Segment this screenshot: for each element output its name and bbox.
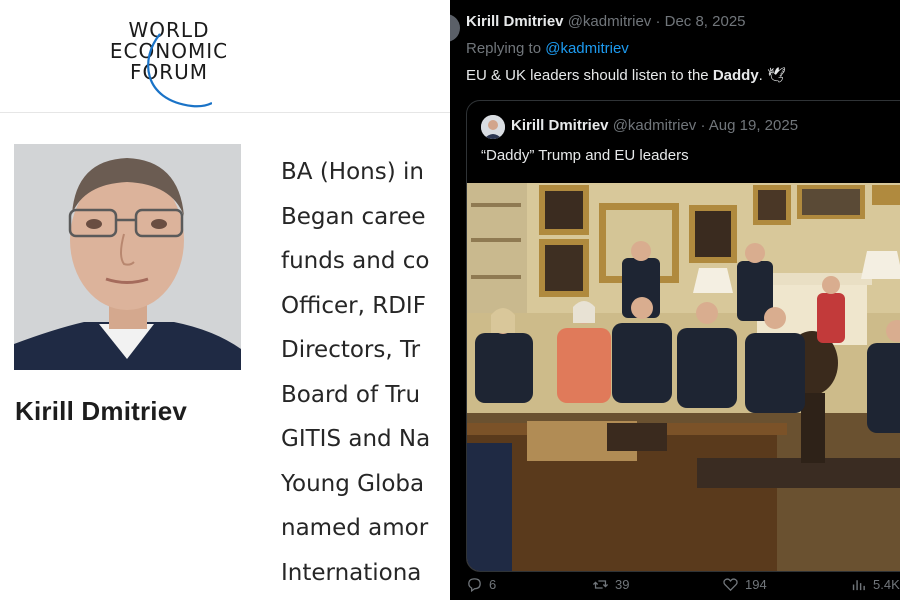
quoted-date[interactable]: Aug 19, 2025 [709,117,798,134]
bio-line: Directors, Tr [281,337,421,363]
repost-action[interactable]: 39 [592,576,629,593]
bio-line: Board of Tru [281,381,421,408]
repost-count: 39 [615,577,630,592]
wef-swoosh-icon [147,33,212,108]
quoted-tweet-text: “Daddy” Trump and EU leaders [481,147,689,164]
tweet-text-bold: Daddy [712,67,759,84]
tweet-date[interactable]: Dec 8, 2025 [665,13,746,30]
quoted-avatar-image [481,115,505,139]
bio-line: GITIS and Na [281,426,431,452]
bio-line: Began caree [281,203,426,230]
tweet-actions: 6 39 194 5.4K [466,576,900,596]
wef-logo[interactable]: WORLD ECONOMIC FORUM [94,20,244,110]
like-action[interactable]: 194 [722,576,767,593]
tweet-text: EU & UK leaders should listen to the Dad… [466,66,786,84]
views-action[interactable]: 5.4K [850,576,900,593]
replying-prefix: Replying to [466,40,542,57]
replying-to: Replying to @kadmitriev [466,40,629,57]
bio-line: Internationa [281,559,422,586]
heart-icon [723,578,738,592]
tweet-author-name[interactable]: Kirill Dmitriev [466,13,564,30]
repost-icon [592,580,609,589]
author-avatar[interactable] [450,14,460,42]
replying-handle-link[interactable]: @kadmitriev [545,40,629,57]
bio-line: BA (Hons) in [281,159,424,185]
views-count: 5.4K [873,577,900,592]
like-count: 194 [745,577,767,592]
profile-photo [14,144,241,370]
reply-icon [468,578,481,593]
quoted-separator: · [700,117,706,134]
quoted-tweet[interactable]: Kirill Dmitriev @kadmitriev · Aug 19, 20… [466,100,900,572]
bio-line: funds and co [281,248,430,274]
quoted-author-name[interactable]: Kirill Dmitriev [511,117,609,134]
quoted-tweet-photo[interactable] [467,183,900,571]
quoted-tweet-header: Kirill Dmitriev @kadmitriev · Aug 19, 20… [511,117,798,134]
dove-emoji-icon: 🕊 [767,67,787,84]
reply-action[interactable]: 6 [466,576,496,593]
tweet-text-end: . [758,67,763,84]
profile-name: Kirill Dmitriev [15,396,188,426]
bio-line: named amor [281,515,429,541]
reply-count: 6 [489,577,497,592]
tweet-header: Kirill Dmitriev @kadmitriev · Dec 8, 202… [466,13,746,30]
oval-office-meeting-image [467,183,900,571]
tweet-author-handle[interactable]: @kadmitriev [568,13,652,30]
tweet-separator: · [655,13,661,30]
profile-portrait-image [14,144,241,370]
quoted-author-avatar[interactable] [481,115,505,139]
wef-profile-panel: WORLD ECONOMIC FORUM Kirill Dmitriev BA … [0,0,450,600]
tweet-text-main: EU & UK leaders should listen to the [466,67,709,84]
views-chart-icon [852,580,865,591]
bio-line: Officer, RDIF [281,292,426,319]
quoted-author-handle[interactable]: @kadmitriev [613,117,697,134]
wef-header: WORLD ECONOMIC FORUM [0,0,450,113]
profile-bio: BA (Hons) in Began caree funds and co Of… [281,150,450,595]
x-post-panel: Kirill Dmitriev @kadmitriev · Dec 8, 202… [450,0,900,600]
bio-line: Young Globa [281,470,425,497]
